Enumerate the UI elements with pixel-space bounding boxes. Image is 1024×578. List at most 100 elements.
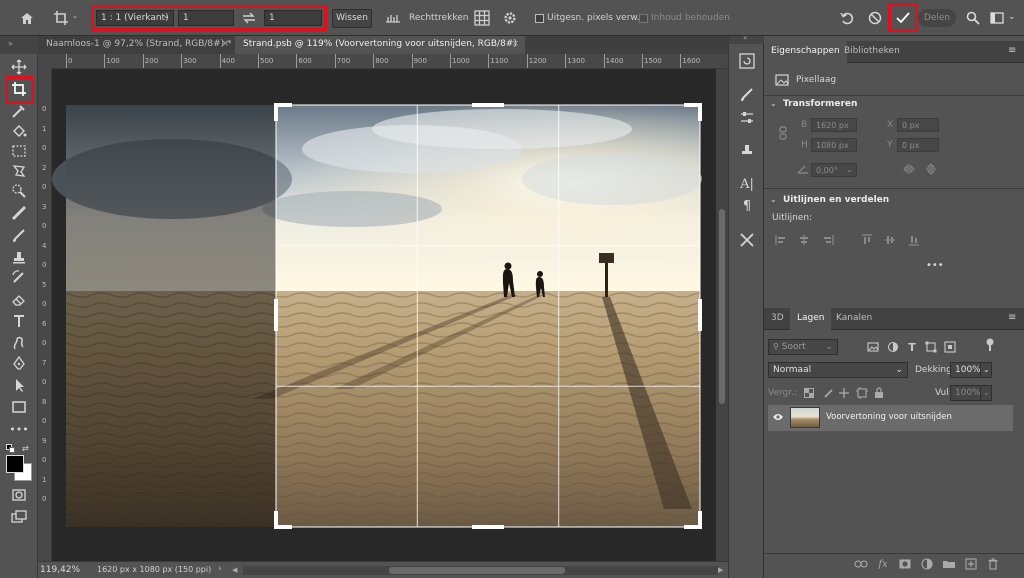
lock-transparent-icon[interactable] (802, 386, 816, 400)
eraser-tool-icon[interactable] (9, 290, 29, 308)
lock-artboard-icon[interactable] (855, 386, 869, 400)
filter-adjustment-icon[interactable] (886, 340, 900, 354)
healing-brush-tool-icon[interactable] (9, 204, 29, 222)
marquee-tool-icon[interactable] (9, 142, 29, 160)
workspace-icon[interactable] (988, 9, 1006, 27)
preset-dropdown-arrow-icon[interactable]: ⌄ (72, 12, 78, 20)
history-brush-tool-icon[interactable] (9, 268, 29, 286)
quick-mask-icon[interactable] (9, 486, 29, 504)
history-panel-icon[interactable] (737, 51, 757, 71)
clone-stamp-tool-icon[interactable] (9, 248, 29, 266)
swap-colors-icon[interactable]: ⇄ (22, 444, 29, 453)
cancel-icon[interactable] (866, 9, 884, 27)
align-top-icon[interactable] (860, 233, 874, 247)
link-layers-icon[interactable] (854, 557, 868, 571)
layer-filter-kind[interactable]: ⚲ Soort ⌄ (768, 339, 838, 355)
lasso-tool-icon[interactable] (9, 162, 29, 180)
flip-vertical-icon[interactable] (924, 162, 938, 176)
visibility-eye-icon[interactable] (772, 412, 784, 422)
collapse-arrow-icon[interactable]: ⌄ (770, 99, 777, 108)
align-left-icon[interactable] (774, 233, 788, 247)
tab-3d[interactable]: 3D (764, 308, 791, 330)
delete-layer-icon[interactable] (986, 557, 1000, 571)
new-layer-icon[interactable] (964, 557, 978, 571)
x-field[interactable]: 0 px (897, 118, 939, 132)
align-center-horizontal-icon[interactable] (797, 233, 811, 247)
lock-position-icon[interactable] (837, 386, 851, 400)
filter-smart-object-icon[interactable] (943, 340, 957, 354)
tab-naamloos[interactable]: Naamloos-1 @ 97,2% (Strand, RGB/8#) * × (38, 36, 235, 54)
default-colors-icon[interactable] (6, 444, 16, 454)
content-aware-label[interactable]: Inhoud behouden (651, 13, 730, 23)
quick-selection-tool-icon[interactable] (9, 182, 29, 200)
new-group-icon[interactable] (942, 557, 956, 571)
eyedropper-tool-icon[interactable] (9, 102, 29, 120)
delete-cropped-label[interactable]: Uitgesn. pixels verw. (547, 13, 640, 23)
flip-horizontal-icon[interactable] (902, 162, 916, 176)
collapse-arrow-icon[interactable]: ⌄ (770, 195, 777, 204)
align-section-title[interactable]: Uitlijnen en verdelen (783, 195, 889, 205)
layer-row[interactable]: Voorvertoning voor uitsnijden (768, 405, 1013, 431)
close-icon[interactable]: × (511, 36, 519, 53)
panel-menu-icon[interactable]: ≡ (1008, 312, 1016, 323)
toolbar-collapse-bar[interactable]: » (0, 36, 38, 54)
tools-panel-icon[interactable] (737, 230, 757, 250)
align-bottom-icon[interactable] (907, 233, 921, 247)
align-right-icon[interactable] (821, 233, 835, 247)
reset-icon[interactable] (838, 9, 856, 27)
delete-cropped-checkbox[interactable] (535, 14, 544, 23)
angle-field[interactable]: 0,00° ⌄ (811, 163, 857, 177)
panel-menu-icon[interactable]: ≡ (1008, 45, 1016, 56)
vertical-ruler[interactable]: 0 1 0 2 0 3 0 4 0 5 0 6 0 7 0 8 0 9 0 1 0 (38, 69, 52, 561)
dock-collapse-bar[interactable]: « (729, 34, 765, 44)
horizontal-ruler[interactable]: 0 100 200 300 400 500 600 700 800 900 1000 1100 1200… (52, 54, 728, 69)
fill-chevron-icon[interactable]: ⌄ (980, 385, 992, 401)
blend-mode-select[interactable]: Normaal ⌄ (768, 362, 908, 378)
smudge-tool-icon[interactable] (9, 334, 29, 352)
filter-pixel-icon[interactable] (866, 340, 880, 354)
close-icon[interactable]: × (221, 36, 229, 53)
clone-source-icon[interactable] (737, 140, 757, 160)
share-button[interactable]: Delen (918, 9, 956, 27)
character-panel-icon[interactable]: A| (737, 174, 757, 194)
tab-channels[interactable]: Kanalen (829, 308, 879, 330)
tab-layers[interactable]: Lagen (790, 308, 832, 330)
align-center-vertical-icon[interactable] (883, 233, 897, 247)
height-field[interactable]: 1080 px (811, 138, 857, 152)
add-mask-icon[interactable] (898, 557, 912, 571)
canvas-workspace[interactable] (52, 69, 716, 561)
filter-toggle-icon[interactable] (983, 338, 997, 352)
adjustment-layer-icon[interactable] (920, 557, 934, 571)
layer-style-fx-icon[interactable]: fx (876, 557, 890, 571)
more-tools-icon[interactable]: ••• (9, 420, 29, 438)
foreground-color-swatch[interactable] (6, 455, 24, 473)
crop-tool-preset-icon[interactable] (52, 9, 70, 27)
workspace-dropdown-arrow-icon[interactable]: ⌄ (1008, 12, 1016, 22)
scrollbar-thumb[interactable] (389, 567, 565, 574)
search-icon[interactable] (964, 9, 982, 27)
pen-tool-icon[interactable] (9, 354, 29, 372)
filter-shape-icon[interactable] (924, 340, 938, 354)
screen-mode-icon[interactable] (9, 508, 29, 526)
scrollbar-thumb[interactable] (719, 209, 725, 404)
path-selection-tool-icon[interactable] (9, 376, 29, 394)
brush-tool-icon[interactable] (9, 226, 29, 244)
y-field[interactable]: 0 px (897, 138, 939, 152)
zoom-level[interactable]: 119,42% (40, 565, 80, 575)
type-tool-icon[interactable] (9, 312, 29, 330)
horizontal-scrollbar[interactable] (243, 566, 718, 575)
filter-type-icon[interactable]: T (905, 340, 919, 354)
vertical-scrollbar[interactable] (716, 69, 728, 561)
adjustments-sliders-icon[interactable] (737, 108, 757, 128)
tab-properties[interactable]: Eigenschappen (764, 41, 847, 63)
ruler-origin[interactable] (38, 54, 52, 69)
content-aware-checkbox[interactable] (639, 14, 648, 23)
rectangle-tool-icon[interactable] (9, 398, 29, 416)
width-field[interactable]: 1620 px (811, 118, 857, 132)
home-icon[interactable] (18, 9, 36, 27)
paragraph-panel-icon[interactable]: ¶ (737, 196, 757, 216)
scroll-right-icon[interactable]: ▶ (718, 566, 723, 574)
link-icon[interactable] (776, 126, 790, 140)
brush-settings-icon[interactable] (737, 84, 757, 104)
overlay-grid-icon[interactable] (473, 9, 491, 27)
